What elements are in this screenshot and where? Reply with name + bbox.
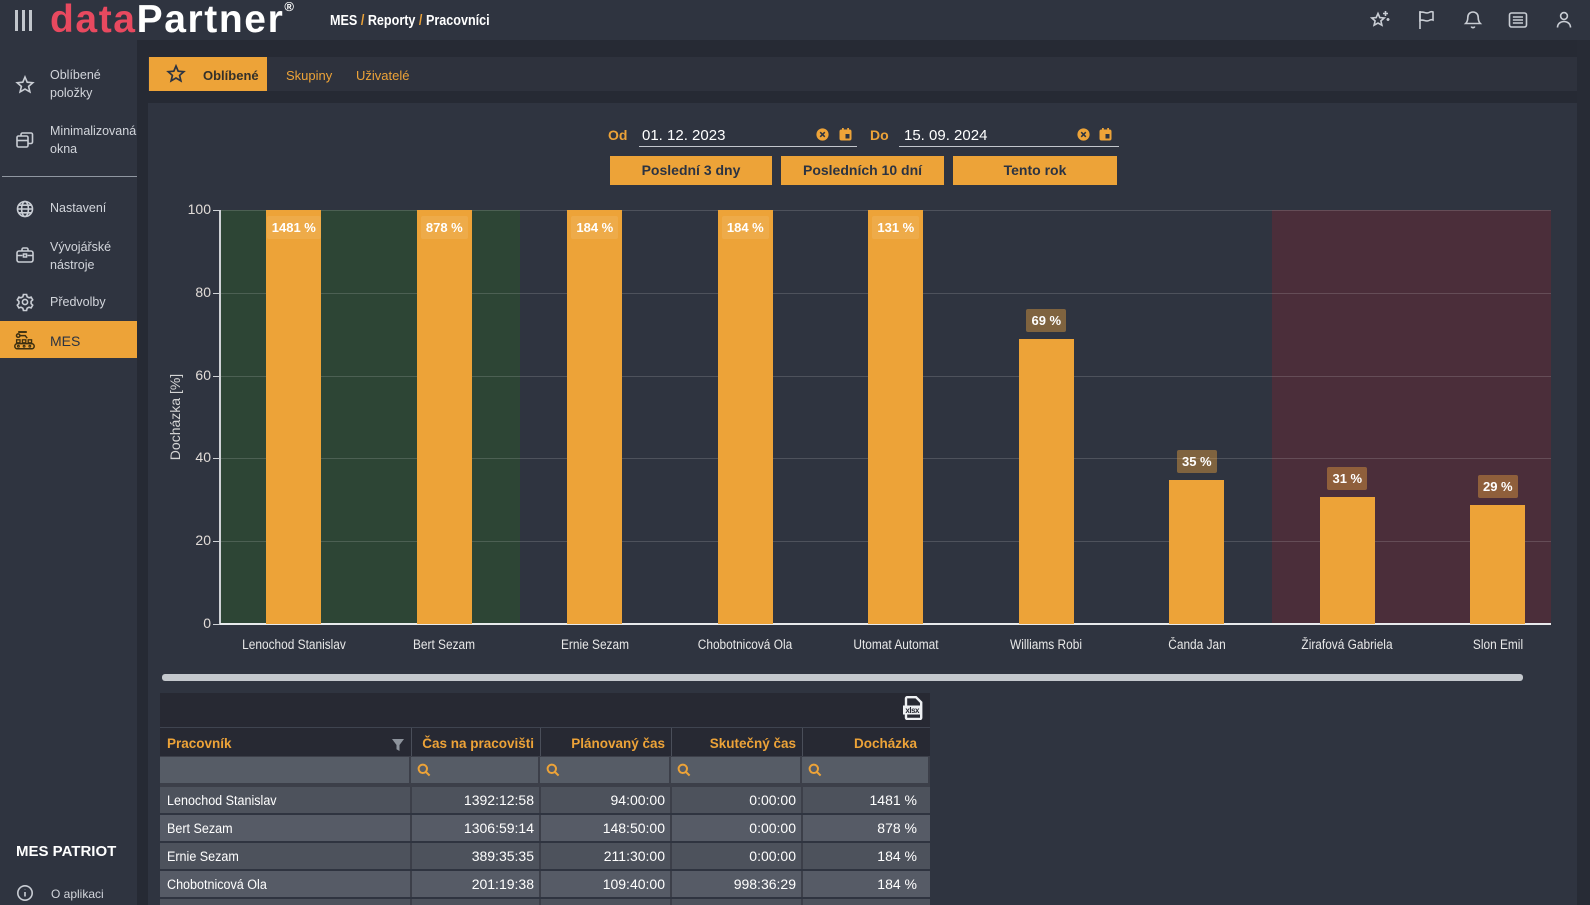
svg-text:xlsx: xlsx [905,706,920,715]
